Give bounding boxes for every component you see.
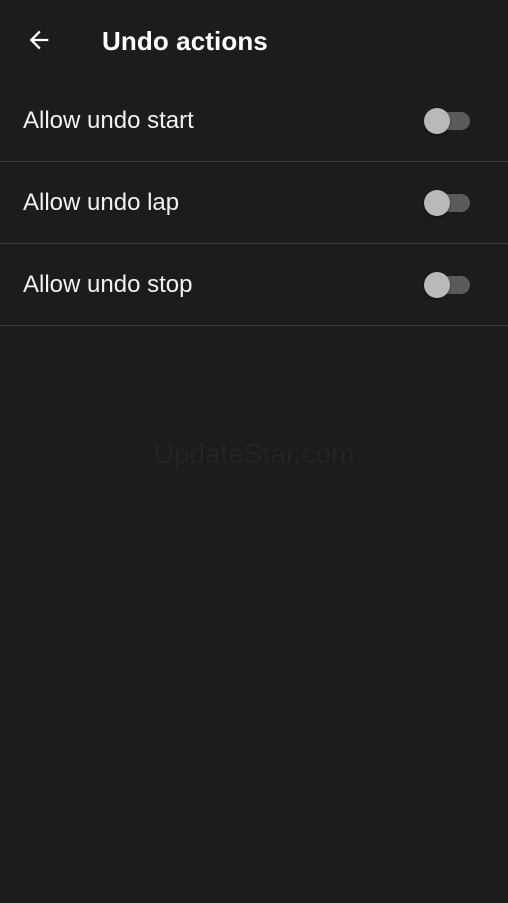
toggle-thumb [424,272,450,298]
toggle-thumb [424,190,450,216]
toggle-allow-undo-start[interactable] [424,108,472,134]
setting-row-allow-undo-lap[interactable]: Allow undo lap [0,162,508,244]
arrow-left-icon [29,30,49,50]
setting-row-allow-undo-start[interactable]: Allow undo start [0,80,508,162]
toggle-thumb [424,108,450,134]
setting-label-allow-undo-stop: Allow undo stop [23,271,193,298]
watermark: UpdateStar.com [153,438,355,469]
back-button[interactable] [14,15,64,65]
settings-list: Allow undo start Allow undo lap Allow un… [0,80,508,326]
setting-label-allow-undo-lap: Allow undo lap [23,189,180,216]
toggle-allow-undo-lap[interactable] [424,190,472,216]
app-bar: Undo actions [0,0,508,82]
setting-row-allow-undo-stop[interactable]: Allow undo stop [0,244,508,326]
page-title: Undo actions [102,26,268,56]
toggle-allow-undo-stop[interactable] [424,272,472,298]
setting-label-allow-undo-start: Allow undo start [23,107,194,134]
